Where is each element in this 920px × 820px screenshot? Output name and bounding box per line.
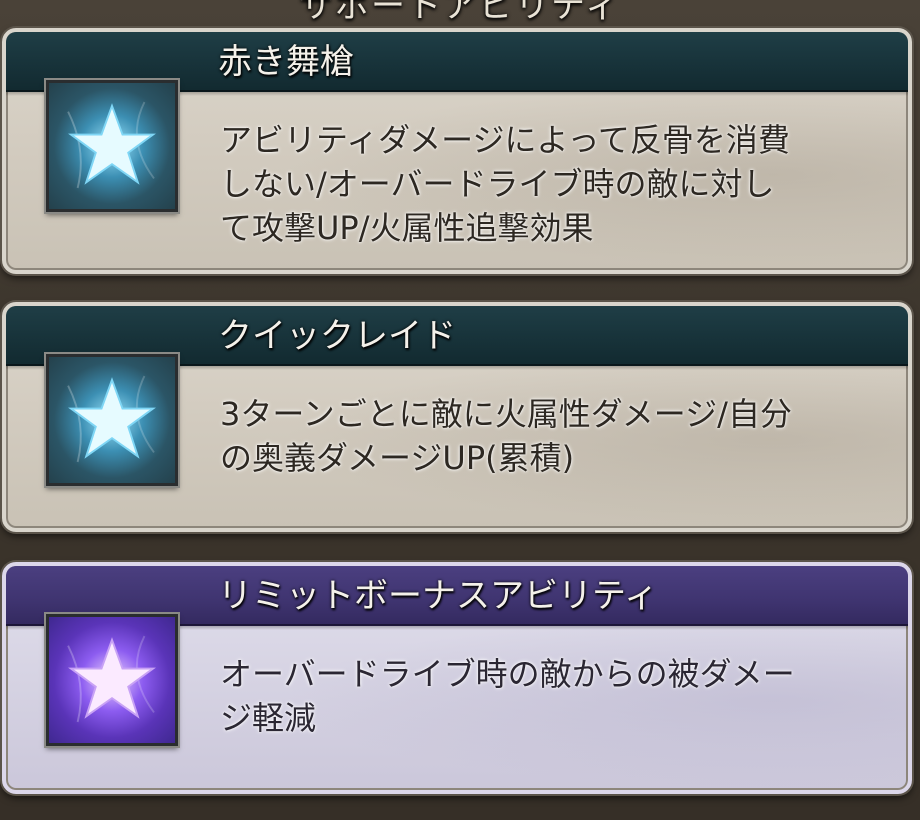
star-icon (67, 635, 156, 723)
ability-description: アビリティダメージによって反骨を消費 しない/オーバードライブ時の敵に対し て攻… (220, 121, 790, 247)
ability-name: リミットボーナスアビリティ (218, 576, 658, 616)
ability-star-icon (46, 354, 178, 486)
ability-description: オーバードライブ時の敵からの被ダメー ジ軽減 (220, 655, 795, 737)
ability-name: 赤き舞槍 (218, 42, 354, 82)
ability-name: クイックレイド (218, 316, 456, 356)
ability-list-screen: サポートアビリティ 赤き舞槍 アビリティダメージによって反骨を消費 しない/オー… (0, 0, 920, 820)
ability-star-icon (46, 614, 178, 746)
section-title: サポートアビリティ (299, 0, 621, 26)
star-icon (67, 375, 156, 463)
ability-card-3[interactable]: リミットボーナスアビリティ オーバードライブ時の敵からの被ダメー ジ軽減 (2, 562, 912, 794)
ability-description: 3ターンごとに敵に火属性ダメージ/自分 の奥義ダメージUP(累積) (220, 395, 792, 477)
ability-star-icon (46, 80, 178, 212)
star-icon (67, 101, 156, 189)
ability-card-1[interactable]: 赤き舞槍 アビリティダメージによって反骨を消費 しない/オーバードライブ時の敵に… (2, 28, 912, 274)
ability-card-2[interactable]: クイックレイド 3ターンごとに敵に火属性ダメージ/自分 の奥義ダメージUP(累積… (2, 302, 912, 532)
